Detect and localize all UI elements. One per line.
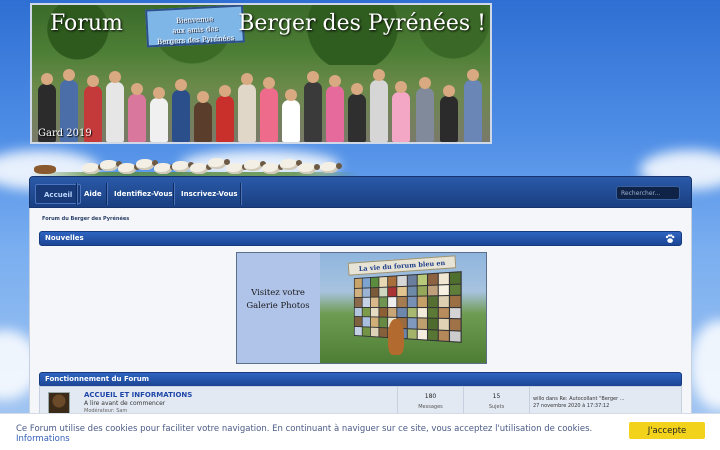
gallery-promo-left: Visitez votre Galerie Photos <box>237 253 320 363</box>
forum-topics-label: Sujets <box>488 404 505 410</box>
nav-item-accueil[interactable]: Accueil <box>35 184 82 204</box>
forum-row: ACCUEIL ET INFORMATIONS A lire avant de … <box>39 386 682 416</box>
cookie-info-link[interactable]: Informations <box>16 434 70 444</box>
background-cloud <box>690 320 720 410</box>
nav-item-identifiez-vous[interactable]: Identifiez-Vous <box>106 184 181 204</box>
banner-welcome-sign: Bienvenue aux amis des Bergers des Pyrén… <box>145 5 245 48</box>
banner-group-photo <box>32 47 490 142</box>
banner-title-right: Berger des Pyrénées ! <box>238 11 486 36</box>
banner-year: Gard 2019 <box>38 128 92 139</box>
banner-title-left: Forum <box>50 11 123 36</box>
gallery-promo-image: La vie du forum bleu en images <box>320 253 486 363</box>
forum-topics-count: 15 <box>492 393 501 400</box>
forum-description: A lire avant de commencer <box>84 400 166 407</box>
nav-item-inscrivez-vous[interactable]: Inscrivez-Vous <box>173 184 246 204</box>
header-banner[interactable]: Bienvenue aux amis des Bergers des Pyrén… <box>30 3 492 144</box>
cookie-message: Ce Forum utilise des cookies pour facili… <box>16 424 593 434</box>
search-input[interactable] <box>616 186 680 200</box>
paw-icon[interactable] <box>665 234 675 244</box>
forum-messages-col: 180 Messages <box>397 387 463 415</box>
breadcrumb[interactable]: Forum du Berger des Pyrénées <box>42 216 129 222</box>
forum-messages-count: 180 <box>424 393 437 400</box>
forum-topics-col: 15 Sujets <box>463 387 529 415</box>
forum-avatar <box>48 392 70 414</box>
category-title[interactable]: Nouvelles <box>45 234 84 242</box>
photo-mosaic <box>353 271 462 343</box>
category-bar-news: Nouvelles <box>39 231 682 246</box>
category-bar-functioning: Fonctionnement du Forum <box>39 372 682 387</box>
main-navbar: Accueil Aide Identifiez-Vous Inscrivez-V… <box>29 176 692 208</box>
category-title[interactable]: Fonctionnement du Forum <box>45 375 149 383</box>
forum-messages-label: Messages <box>418 404 443 410</box>
nav-item-aide[interactable]: Aide <box>76 184 110 204</box>
sheep-decoration <box>30 148 360 176</box>
forum-last-post[interactable]: willo dans Re: Autocollant "Berger ... 2… <box>533 396 625 410</box>
gallery-promo-banner[interactable]: Visitez votre Galerie Photos La vie du f… <box>236 252 487 364</box>
accept-cookies-button[interactable]: J'accepte <box>629 422 705 439</box>
cookie-consent-bar: Ce Forum utilise des cookies pour facili… <box>0 413 720 450</box>
gallery-promo-text: Visitez votre Galerie Photos <box>246 288 310 311</box>
forum-title-link[interactable]: ACCUEIL ET INFORMATIONS <box>84 391 192 399</box>
gallery-dog-figure <box>388 319 404 355</box>
